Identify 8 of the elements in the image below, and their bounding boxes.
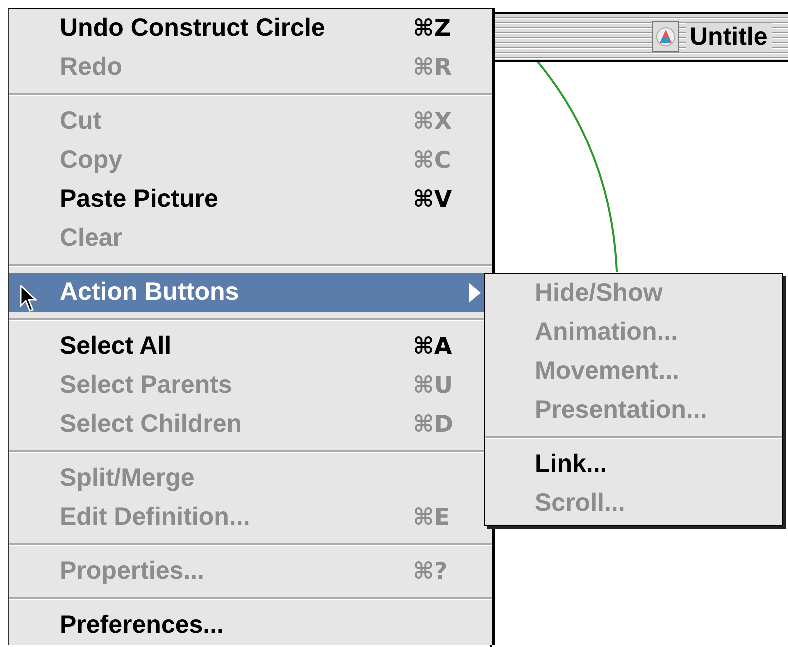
window-title: Untitle: [686, 22, 772, 52]
menu-item[interactable]: Preferences...: [9, 606, 492, 645]
menu-item[interactable]: Link...: [485, 445, 782, 484]
document-icon: [652, 21, 680, 53]
submenu-arrow-icon: [468, 282, 482, 304]
pointer-icon: [19, 285, 37, 313]
menu-item[interactable]: Undo Construct Circle ⌘Z: [9, 9, 492, 48]
menu-item[interactable]: Paste Picture ⌘V: [9, 180, 492, 219]
